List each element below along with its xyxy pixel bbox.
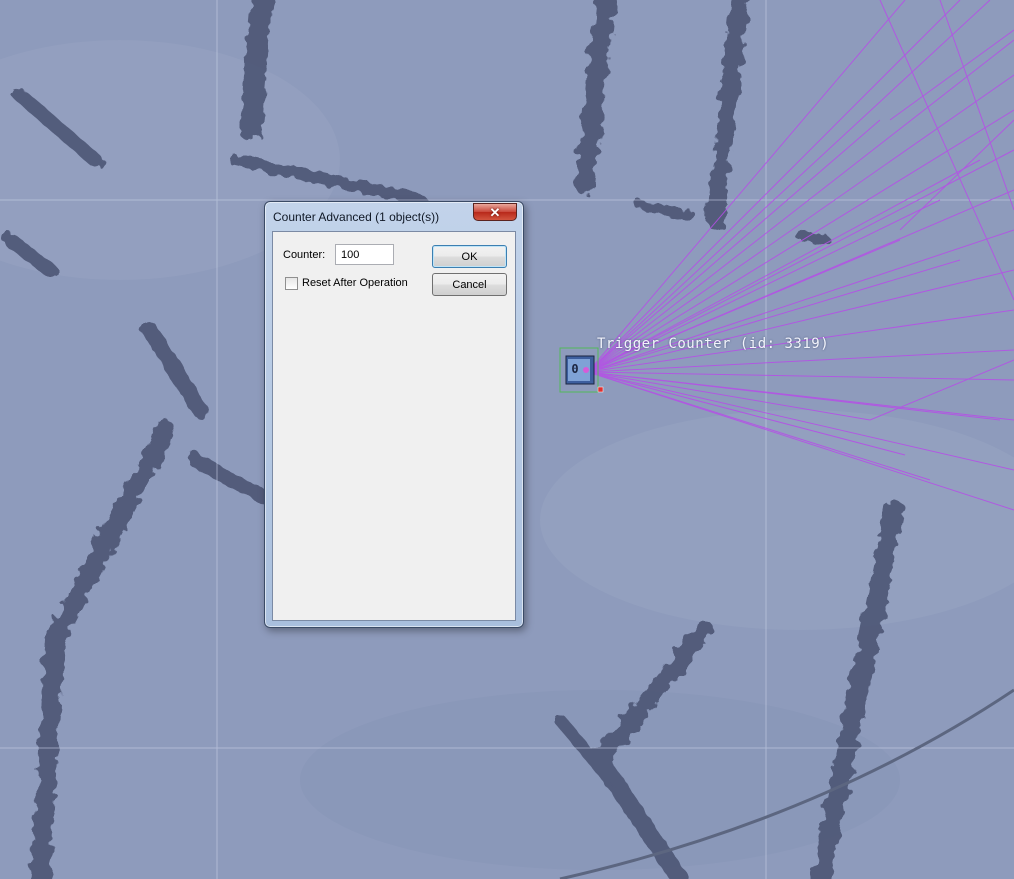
close-button[interactable]: ✕ <box>473 203 517 221</box>
trigger-link-node <box>583 367 589 373</box>
reset-after-operation-label[interactable]: Reset After Operation <box>302 277 408 289</box>
object-counter-value: 0 <box>571 362 579 376</box>
dialog-client-area: Counter: Reset After Operation OK Cancel <box>272 231 516 621</box>
terrain-patch <box>300 690 900 870</box>
reset-after-operation-checkbox[interactable] <box>285 277 298 290</box>
cancel-button[interactable]: Cancel <box>432 273 507 296</box>
dialog-title: Counter Advanced (1 object(s)) <box>273 210 440 224</box>
counter-advanced-dialog: Counter Advanced (1 object(s)) ✕ Counter… <box>264 201 524 628</box>
dialog-titlebar[interactable]: Counter Advanced (1 object(s)) ✕ <box>265 202 523 230</box>
close-icon: ✕ <box>489 204 501 220</box>
resize-handle[interactable] <box>597 386 604 393</box>
object-label: Trigger Counter (id: 3319) <box>597 336 830 352</box>
ok-button[interactable]: OK <box>432 245 507 268</box>
counter-input[interactable] <box>335 244 394 265</box>
counter-label: Counter: <box>283 249 326 261</box>
